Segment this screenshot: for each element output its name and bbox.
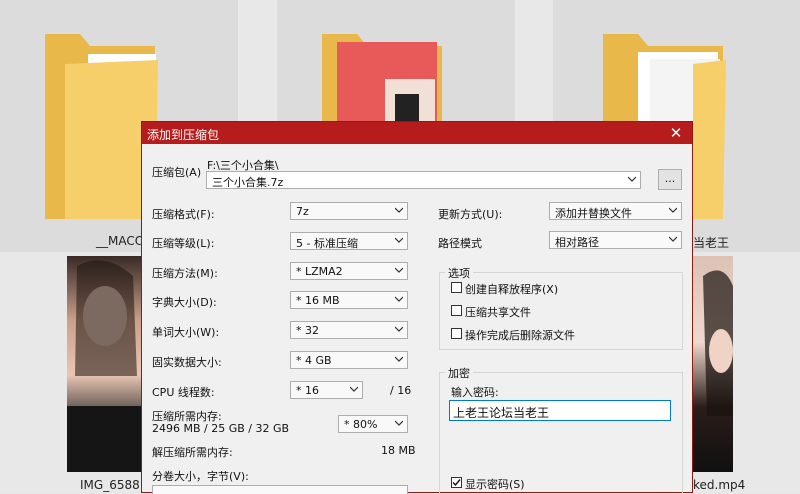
chevron-down-icon — [628, 176, 636, 182]
solid-size-value: * 4 GB — [296, 354, 332, 367]
threads-select[interactable]: * 16 — [290, 381, 363, 399]
mem-decompress-label: 解压缩所需内存: — [152, 446, 233, 459]
archive-name-combo[interactable]: 三个小合集.7z — [206, 171, 641, 189]
path-mode-select[interactable]: 相对路径 — [549, 231, 682, 249]
chevron-down-icon — [395, 237, 403, 243]
level-label: 压缩等级(L): — [152, 237, 215, 250]
format-select[interactable]: 7z — [290, 202, 408, 220]
sfx-checkbox[interactable] — [451, 282, 462, 293]
video-preview-image — [67, 260, 144, 472]
mem-percent-select[interactable]: * 80% — [338, 415, 408, 433]
chevron-down-icon — [395, 267, 403, 273]
dictionary-select[interactable]: * 16 MB — [290, 291, 408, 309]
password-label: 输入密码: — [451, 386, 499, 399]
shared-files-checkbox[interactable] — [451, 305, 462, 316]
archive-name-value: 三个小合集.7z — [212, 176, 284, 189]
show-password-label: 显示密码(S) — [465, 478, 525, 491]
mem-decompress-value: 18 MB — [381, 444, 416, 457]
chevron-down-icon — [350, 386, 358, 392]
shared-files-label: 压缩共享文件 — [465, 306, 531, 319]
chevron-down-icon — [669, 207, 677, 213]
sfx-label: 创建自释放程序(X) — [465, 283, 559, 296]
update-mode-value: 添加并替换文件 — [555, 207, 632, 220]
split-label: 分卷大小，字节(V): — [152, 470, 249, 483]
path-mode-value: 相对路径 — [555, 236, 599, 249]
encryption-title: 加密 — [445, 365, 473, 381]
level-select[interactable]: 5 - 标准压缩 — [290, 232, 408, 250]
mem-compress-detail: 2496 MB / 25 GB / 32 GB — [152, 422, 290, 435]
folder-tile-images[interactable] — [277, 0, 515, 124]
delete-after-checkbox[interactable] — [451, 328, 462, 339]
chevron-down-icon — [395, 420, 403, 426]
add-to-archive-dialog: 添加到压缩包 ✕ 压缩包(A) F:\三个小合集\ 三个小合集.7z ... 压… — [141, 121, 693, 494]
show-password-checkbox[interactable] — [451, 477, 462, 488]
folder-label: 当老王 — [693, 236, 730, 250]
password-input[interactable]: 上老王论坛当老王 — [449, 400, 671, 421]
solid-size-label: 固实数据大小: — [152, 356, 222, 369]
close-icon[interactable]: ✕ — [660, 122, 692, 144]
options-title: 选项 — [445, 265, 473, 281]
level-value: 5 - 标准压缩 — [296, 237, 358, 250]
update-mode-select[interactable]: 添加并替换文件 — [549, 202, 682, 220]
video-thumbnail[interactable] — [67, 256, 144, 472]
dictionary-label: 字典大小(D): — [152, 296, 217, 309]
browse-button[interactable]: ... — [658, 169, 682, 190]
chevron-down-icon — [395, 296, 403, 302]
delete-after-label: 操作完成后删除源文件 — [465, 329, 575, 342]
dialog-title: 添加到压缩包 — [147, 128, 220, 142]
word-size-label: 单词大小(W): — [152, 326, 220, 339]
format-value: 7z — [296, 205, 309, 218]
video-label: ked.mp4 — [693, 478, 746, 492]
threads-max: / 16 — [390, 384, 412, 397]
word-size-value: * 32 — [296, 324, 319, 337]
folder-icon — [322, 34, 442, 124]
password-value: 上老王论坛当老王 — [453, 406, 550, 420]
method-label: 压缩方法(M): — [152, 267, 218, 280]
chevron-down-icon — [669, 236, 677, 242]
title-bar[interactable]: 添加到压缩包 ✕ — [142, 122, 692, 144]
mem-percent-value: * 80% — [344, 418, 378, 431]
threads-value: * 16 — [296, 384, 319, 397]
path-mode-label: 路径模式 — [438, 237, 482, 250]
archive-label: 压缩包(A) — [152, 166, 202, 179]
update-label: 更新方式(U): — [438, 208, 503, 221]
chevron-down-icon — [395, 326, 403, 332]
threads-label: CPU 线程数: — [152, 386, 215, 399]
video-thumbnail[interactable] — [693, 256, 733, 472]
word-size-select[interactable]: * 32 — [290, 321, 408, 339]
method-value: * LZMA2 — [296, 265, 343, 278]
video-preview-image — [703, 270, 733, 416]
solid-size-select[interactable]: * 4 GB — [290, 351, 408, 369]
format-label: 压缩格式(F): — [152, 208, 215, 221]
chevron-down-icon — [395, 207, 403, 213]
method-select[interactable]: * LZMA2 — [290, 262, 408, 280]
dictionary-value: * 16 MB — [296, 294, 340, 307]
checkmark-icon — [452, 479, 461, 487]
chevron-down-icon — [395, 356, 403, 362]
